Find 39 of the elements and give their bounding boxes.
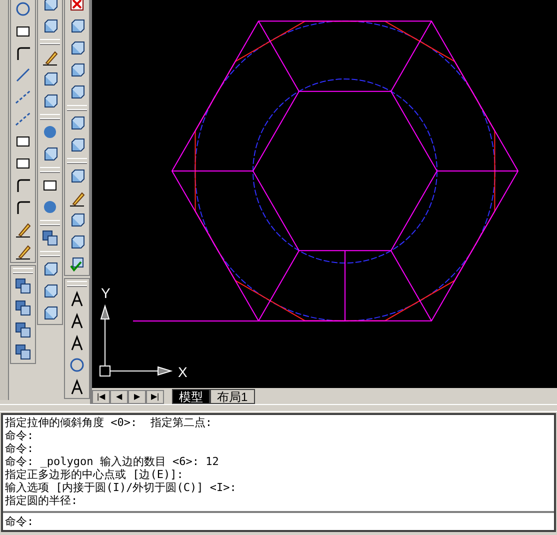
axis-label: Y	[101, 285, 110, 301]
circle-icon	[14, 0, 32, 18]
toolbar-grip[interactable]	[67, 105, 87, 110]
dashed-line-icon	[14, 88, 32, 106]
toolbar-grip[interactable]	[40, 114, 60, 119]
line-icon	[14, 66, 32, 84]
command-line: 指定正多边形的中心点或 [边(E)]:	[5, 468, 184, 481]
overlapping-squares-icon	[14, 343, 32, 361]
overlapping-squares-icon	[41, 229, 59, 247]
command-line: 指定拉伸的倾斜角度 <0>: 指定第二点:	[5, 416, 213, 429]
command-line: 命令:	[5, 442, 35, 455]
toolbar-grip[interactable]	[13, 268, 33, 273]
command-line: 指定圆的半径:	[5, 494, 79, 507]
sphere-icon	[41, 198, 59, 216]
layout-tab[interactable]: 布局1	[210, 389, 255, 404]
nav-button[interactable]: ▶|	[146, 390, 164, 404]
toolbar-grip[interactable]	[67, 158, 87, 163]
toolbar-grip[interactable]	[67, 281, 87, 286]
overlapping-squares-icon	[14, 299, 32, 317]
sphere-icon	[41, 123, 59, 141]
command-line: 输入选项 [内接于圆(I)/外切于圆(C)] <I>:	[5, 481, 238, 494]
nav-button[interactable]: ▶	[128, 390, 146, 404]
toolbar-grip[interactable]	[40, 220, 60, 225]
layout-tab[interactable]: 模型	[172, 389, 210, 404]
toolbar-grip[interactable]	[40, 167, 60, 172]
command-line: 命令:	[5, 429, 35, 442]
dashed-line-icon	[14, 110, 32, 128]
overlapping-squares-icon	[14, 321, 32, 339]
command-input[interactable]: 命令:	[3, 513, 554, 530]
toolbar-grip[interactable]	[40, 39, 60, 44]
checkmark-cube-icon	[68, 255, 86, 273]
nav-button[interactable]: |◀	[92, 390, 110, 404]
axis-label: X	[178, 364, 188, 380]
command-line: 命令: _polygon 输入边的数目 <6>: 12	[5, 455, 220, 468]
toolbar-grip[interactable]	[40, 251, 60, 256]
cross-icon	[68, 0, 86, 13]
circle-icon	[68, 356, 86, 374]
nav-button[interactable]: ◀	[110, 390, 128, 404]
overlapping-squares-icon	[14, 277, 32, 295]
